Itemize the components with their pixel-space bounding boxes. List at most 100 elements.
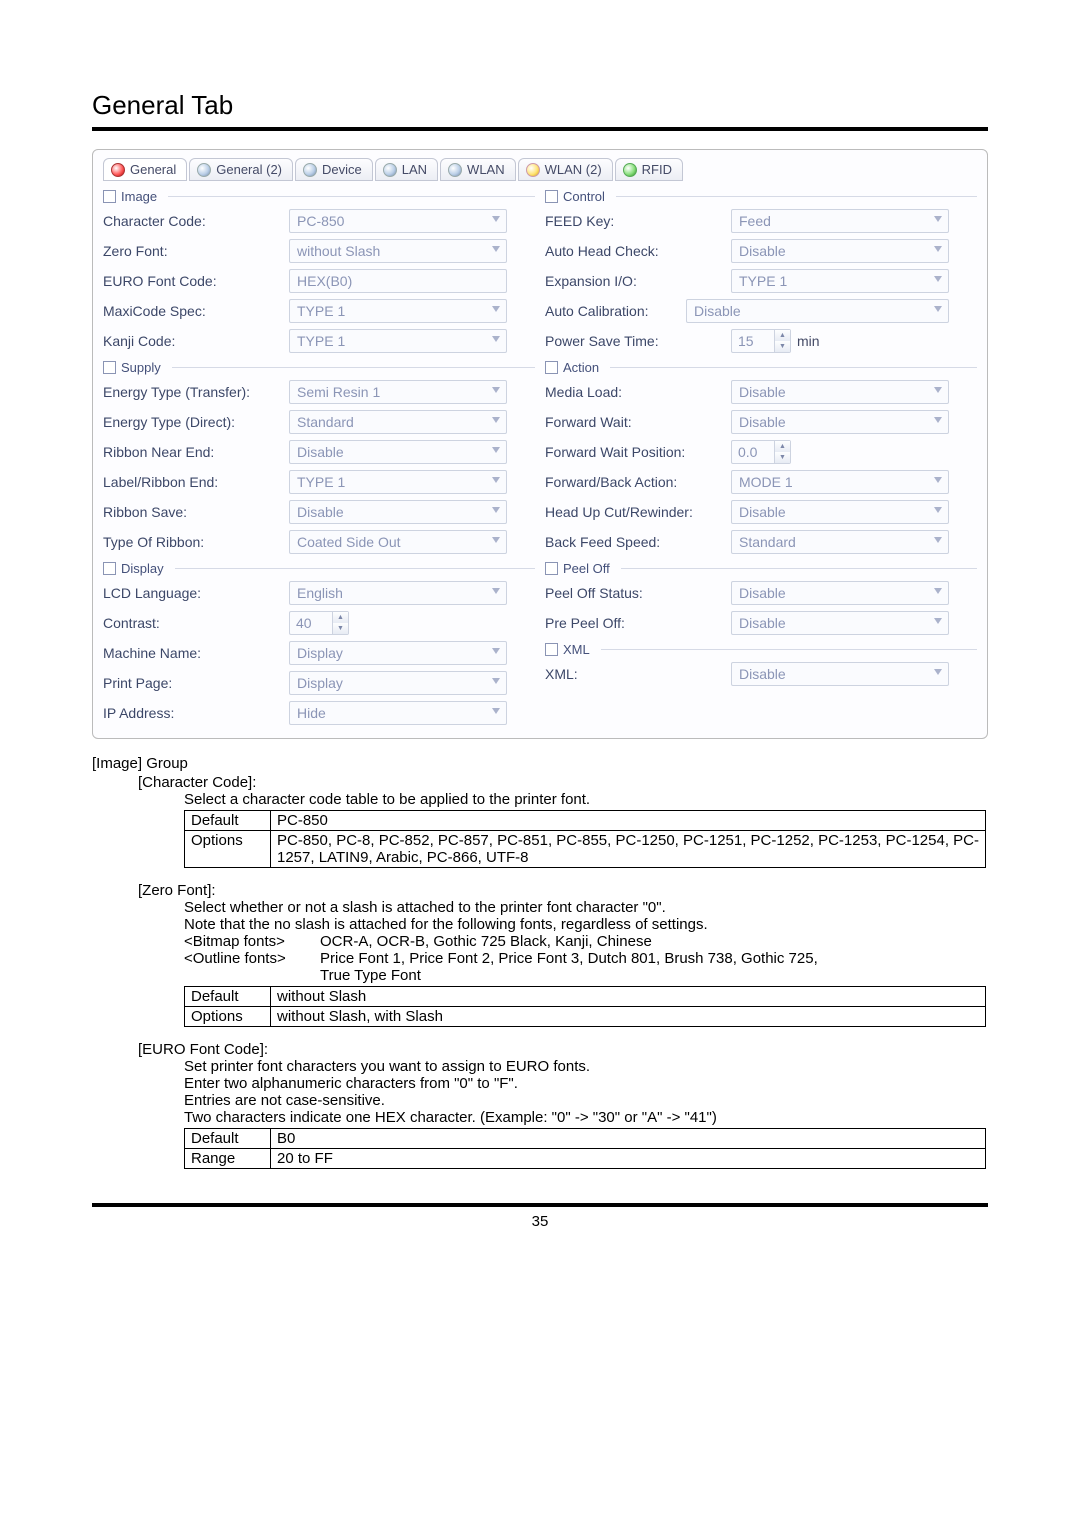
tab-general2[interactable]: General (2) xyxy=(189,158,293,181)
table-cell: PC-850, PC-8, PC-852, PC-857, PC-851, PC… xyxy=(271,831,986,868)
eurofont-heading: [EURO Font Code]: xyxy=(138,1041,988,1058)
character-code-combo[interactable]: PC-850 xyxy=(289,209,507,233)
combo-value: without Slash xyxy=(297,243,380,259)
checkbox-icon[interactable] xyxy=(545,190,558,203)
peeloff-status-combo[interactable]: Disable xyxy=(731,581,949,605)
feed-key-combo[interactable]: Feed xyxy=(731,209,949,233)
bitmap-fonts-value: OCR-A, OCR-B, Gothic 725 Black, Kanji, C… xyxy=(320,933,652,950)
caret-icon xyxy=(934,537,942,543)
auto-head-combo[interactable]: Disable xyxy=(731,239,949,263)
field-label: IP Address: xyxy=(103,705,283,721)
group-display-title: Display xyxy=(103,561,535,576)
checkbox-icon[interactable] xyxy=(545,361,558,374)
field-label: Forward Wait Position: xyxy=(545,444,725,460)
ribbon-near-combo[interactable]: Disable xyxy=(289,440,507,464)
field-label: Forward Wait: xyxy=(545,414,725,430)
tab-lan[interactable]: LAN xyxy=(375,158,438,181)
kanji-combo[interactable]: TYPE 1 xyxy=(289,329,507,353)
label-ribbon-combo[interactable]: TYPE 1 xyxy=(289,470,507,494)
caret-icon xyxy=(492,648,500,654)
power-save-spinner[interactable]: 15▲▼ xyxy=(731,329,791,353)
forward-wait-combo[interactable]: Disable xyxy=(731,410,949,434)
tab-rfid[interactable]: RFID xyxy=(615,158,683,181)
checkbox-icon[interactable] xyxy=(545,643,558,656)
tab-label: General (2) xyxy=(216,162,282,177)
spin-up-icon[interactable]: ▲ xyxy=(333,612,348,623)
euro-font-combo[interactable]: HEX(B0) xyxy=(289,269,507,293)
field-label: Media Load: xyxy=(545,384,725,400)
back-feed-combo[interactable]: Standard xyxy=(731,530,949,554)
zerofont-line: Note that the no slash is attached for t… xyxy=(184,916,988,933)
tab-label: WLAN (2) xyxy=(545,162,602,177)
field-label: Forward/Back Action: xyxy=(545,474,725,490)
lcd-lang-combo[interactable]: English xyxy=(289,581,507,605)
footer-rule xyxy=(92,1203,988,1207)
energy-transfer-combo[interactable]: Semi Resin 1 xyxy=(289,380,507,404)
caret-icon xyxy=(934,387,942,393)
tab-led-icon xyxy=(197,163,211,177)
tab-label: Device xyxy=(322,162,362,177)
media-load-combo[interactable]: Disable xyxy=(731,380,949,404)
forward-wait-pos-spinner[interactable]: 0.0▲▼ xyxy=(731,440,791,464)
field-label: Type Of Ribbon: xyxy=(103,534,283,550)
group-control-title: Control xyxy=(545,189,977,204)
spin-down-icon[interactable]: ▼ xyxy=(333,623,348,634)
checkbox-icon[interactable] xyxy=(103,361,116,374)
combo-value: Display xyxy=(297,645,343,661)
bitmap-fonts-label: <Bitmap fonts> xyxy=(184,933,320,950)
combo-value: MODE 1 xyxy=(739,474,793,490)
charcode-desc: Select a character code table to be appl… xyxy=(184,791,988,808)
spin-value: 15 xyxy=(732,333,774,349)
zero-font-combo[interactable]: without Slash xyxy=(289,239,507,263)
tab-label: WLAN xyxy=(467,162,505,177)
group-label: Action xyxy=(563,360,599,375)
tab-general[interactable]: General xyxy=(103,158,187,181)
machine-name-combo[interactable]: Display xyxy=(289,641,507,665)
outline-fonts-value: Price Font 1, Price Font 2, Price Font 3… xyxy=(320,950,818,967)
table-cell: B0 xyxy=(271,1129,986,1149)
spin-down-icon[interactable]: ▼ xyxy=(775,452,790,463)
ip-address-combo[interactable]: Hide xyxy=(289,701,507,725)
ribbon-save-combo[interactable]: Disable xyxy=(289,500,507,524)
combo-value: Disable xyxy=(739,414,786,430)
title-rule xyxy=(92,127,988,131)
field-label: Head Up Cut/Rewinder: xyxy=(545,504,725,520)
combo-value: Disable xyxy=(739,504,786,520)
forward-back-combo[interactable]: MODE 1 xyxy=(731,470,949,494)
pre-peeloff-combo[interactable]: Disable xyxy=(731,611,949,635)
eurofont-line: Set printer font characters you want to … xyxy=(184,1058,988,1075)
caret-icon xyxy=(934,216,942,222)
energy-direct-combo[interactable]: Standard xyxy=(289,410,507,434)
tab-device[interactable]: Device xyxy=(295,158,373,181)
auto-calibration-combo[interactable]: Disable xyxy=(686,299,949,323)
caret-icon xyxy=(492,507,500,513)
group-label: Image xyxy=(121,189,157,204)
spin-up-icon[interactable]: ▲ xyxy=(775,330,790,341)
ribbon-type-combo[interactable]: Coated Side Out xyxy=(289,530,507,554)
tab-wlan[interactable]: WLAN xyxy=(440,158,516,181)
spin-value: 40 xyxy=(290,615,332,631)
group-action-title: Action xyxy=(545,360,977,375)
maxicode-combo[interactable]: TYPE 1 xyxy=(289,299,507,323)
contrast-spinner[interactable]: 40▲▼ xyxy=(289,611,349,635)
checkbox-icon[interactable] xyxy=(545,562,558,575)
eurofont-line: Entries are not case-sensitive. xyxy=(184,1092,988,1109)
tab-led-icon xyxy=(303,163,317,177)
spin-up-icon[interactable]: ▲ xyxy=(775,441,790,452)
spacer xyxy=(184,967,320,984)
checkbox-icon[interactable] xyxy=(103,190,116,203)
head-up-combo[interactable]: Disable xyxy=(731,500,949,524)
combo-value: Standard xyxy=(297,414,354,430)
spin-down-icon[interactable]: ▼ xyxy=(775,341,790,352)
xml-combo[interactable]: Disable xyxy=(731,662,949,686)
field-label: Ribbon Near End: xyxy=(103,444,283,460)
print-page-combo[interactable]: Display xyxy=(289,671,507,695)
field-label: Ribbon Save: xyxy=(103,504,283,520)
table-cell: Options xyxy=(185,1007,271,1027)
tab-wlan2[interactable]: WLAN (2) xyxy=(518,158,613,181)
group-label: Display xyxy=(121,561,164,576)
combo-value: Feed xyxy=(739,213,771,229)
checkbox-icon[interactable] xyxy=(103,562,116,575)
expansion-io-combo[interactable]: TYPE 1 xyxy=(731,269,949,293)
caret-icon xyxy=(492,306,500,312)
